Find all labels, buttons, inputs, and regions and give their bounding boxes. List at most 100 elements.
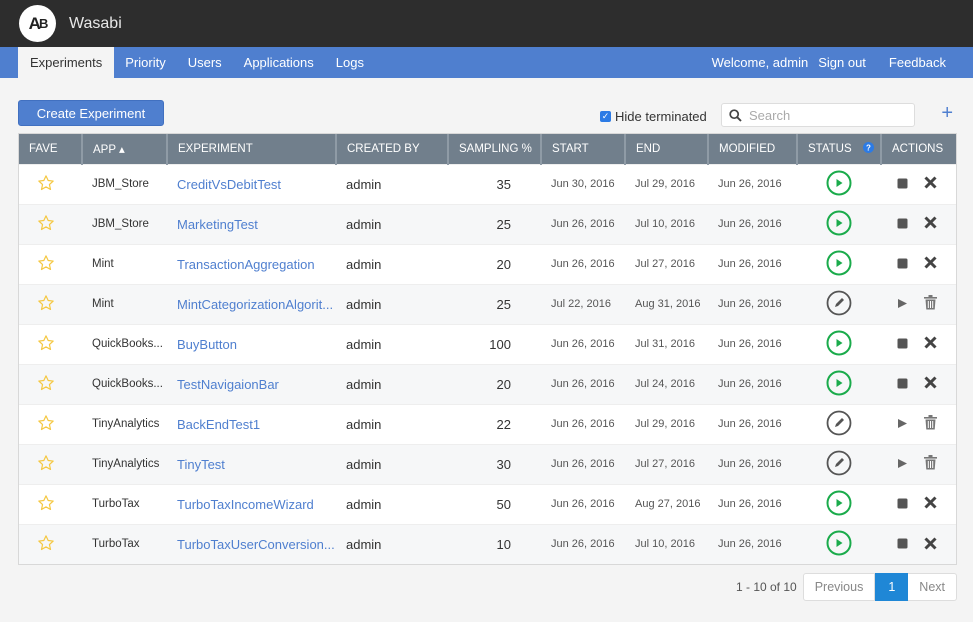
search-input[interactable]	[749, 107, 899, 123]
star-icon[interactable]	[37, 334, 55, 355]
star-icon[interactable]	[37, 454, 55, 475]
trash-icon[interactable]	[924, 415, 937, 433]
experiment-link[interactable]: MarketingTest	[177, 217, 258, 232]
sampling-cell: 25	[448, 283, 541, 324]
col-app[interactable]: APP ▴	[82, 134, 168, 164]
terminate-x-icon[interactable]	[924, 496, 937, 512]
stop-icon[interactable]	[897, 497, 908, 512]
star-icon[interactable]	[37, 294, 55, 315]
table-row: QuickBooks... TestNavigaionBar admin 20 Jun …	[19, 363, 956, 404]
start-play-icon[interactable]	[897, 297, 908, 312]
star-icon[interactable]	[37, 534, 55, 555]
tab-priority[interactable]: Priority	[114, 47, 176, 78]
plus-icon[interactable]: +	[941, 103, 953, 123]
sampling-cell: 30	[448, 443, 541, 484]
stop-icon[interactable]	[897, 377, 908, 392]
sign-out-link[interactable]: Sign out	[818, 55, 866, 70]
terminate-x-icon[interactable]	[924, 376, 937, 392]
terminate-x-icon[interactable]	[924, 176, 937, 192]
app-logo[interactable]: AB	[19, 5, 56, 42]
running-status-icon[interactable]	[826, 250, 852, 279]
experiment-link[interactable]: TurboTaxUserConversion...	[177, 537, 335, 552]
hide-terminated-checkbox[interactable]: ✓ Hide terminated	[600, 109, 707, 124]
tab-logs[interactable]: Logs	[325, 47, 375, 78]
star-icon[interactable]	[37, 254, 55, 275]
experiment-link[interactable]: TinyTest	[177, 457, 225, 472]
experiment-link[interactable]: CreditVsDebitTest	[177, 177, 281, 192]
experiment-link[interactable]: TransactionAggregation	[177, 257, 315, 272]
experiment-link[interactable]: BackEndTest1	[177, 417, 260, 432]
col-experiment[interactable]: EXPERIMENT	[167, 134, 337, 164]
stop-icon[interactable]	[897, 537, 908, 552]
stop-icon[interactable]	[897, 217, 908, 232]
next-page-button[interactable]: Next	[908, 573, 957, 601]
start-play-icon[interactable]	[897, 417, 908, 432]
experiment-cell: BackEndTest1	[167, 403, 336, 444]
star-icon[interactable]	[37, 374, 55, 395]
col-sampling[interactable]: SAMPLING %	[448, 134, 542, 164]
experiment-link[interactable]: TestNavigaionBar	[177, 377, 279, 392]
sampling-cell: 25	[448, 203, 541, 244]
create-experiment-button[interactable]: Create Experiment	[18, 100, 164, 126]
draft-status-icon[interactable]	[826, 290, 852, 319]
running-status-icon[interactable]	[826, 210, 852, 239]
search-box[interactable]	[721, 103, 915, 127]
checkbox-checked-icon[interactable]: ✓	[600, 111, 611, 122]
tab-users[interactable]: Users	[177, 47, 233, 78]
tab-applications[interactable]: Applications	[233, 47, 325, 78]
terminate-x-icon[interactable]	[924, 536, 937, 553]
experiment-link[interactable]: TurboTaxIncomeWizard	[177, 497, 314, 512]
trash-icon[interactable]	[924, 295, 937, 313]
running-status-icon[interactable]	[826, 530, 852, 559]
feedback-link[interactable]: Feedback	[889, 55, 946, 70]
created-by-cell: admin	[336, 523, 448, 564]
col-start[interactable]: START	[541, 134, 626, 164]
experiment-link[interactable]: BuyButton	[177, 337, 237, 352]
col-end[interactable]: END	[625, 134, 709, 164]
app-title: Wasabi	[69, 14, 122, 32]
experiment-link[interactable]: MintCategorizationAlgorit...	[177, 297, 333, 312]
terminate-x-icon[interactable]	[924, 216, 937, 232]
fave-cell	[19, 203, 82, 244]
app-cell: QuickBooks...	[82, 363, 167, 404]
star-icon[interactable]	[37, 214, 55, 235]
page-1-button[interactable]: 1	[875, 573, 909, 601]
running-status-icon[interactable]	[826, 330, 852, 359]
status-cell	[797, 243, 881, 284]
stop-icon[interactable]	[897, 257, 908, 272]
col-fave[interactable]: FAVE	[19, 134, 83, 164]
terminate-x-icon[interactable]	[924, 256, 937, 272]
running-status-icon[interactable]	[826, 170, 852, 199]
stop-icon[interactable]	[897, 177, 908, 192]
status-cell	[797, 323, 881, 364]
created-by-cell: admin	[336, 483, 448, 524]
created-by-cell: admin	[336, 283, 448, 324]
start-play-icon[interactable]	[897, 457, 908, 472]
terminate-x-icon[interactable]	[924, 336, 937, 352]
modified-cell: Jun 26, 2016	[708, 363, 797, 404]
star-icon[interactable]	[37, 414, 55, 435]
col-created-by[interactable]: CREATED BY	[336, 134, 449, 164]
star-icon[interactable]	[37, 174, 55, 195]
fave-cell	[19, 283, 82, 324]
star-icon[interactable]	[37, 494, 55, 515]
col-status-label: STATUS	[808, 143, 852, 156]
previous-page-button[interactable]: Previous	[802, 573, 876, 601]
running-status-icon[interactable]	[826, 490, 852, 519]
sampling-cell: 100	[448, 323, 541, 364]
running-status-icon[interactable]	[826, 370, 852, 399]
tab-experiments[interactable]: Experiments	[18, 47, 115, 78]
modified-cell: Jun 26, 2016	[708, 443, 797, 484]
actions-cell	[881, 483, 956, 524]
draft-status-icon[interactable]	[826, 410, 852, 439]
stop-icon[interactable]	[897, 337, 908, 352]
question-circle-icon[interactable]: ?	[862, 142, 874, 154]
table-header-row: FAVE APP ▴ EXPERIMENT CREATED BY SAMPLIN…	[19, 134, 956, 164]
col-status[interactable]: STATUS ?	[797, 134, 882, 164]
created-by-cell: admin	[336, 403, 448, 444]
draft-status-icon[interactable]	[826, 450, 852, 479]
col-modified[interactable]: MODIFIED	[708, 134, 798, 164]
trash-icon[interactable]	[924, 455, 937, 473]
modified-cell: Jun 26, 2016	[708, 163, 797, 204]
experiment-cell: TransactionAggregation	[167, 243, 336, 284]
